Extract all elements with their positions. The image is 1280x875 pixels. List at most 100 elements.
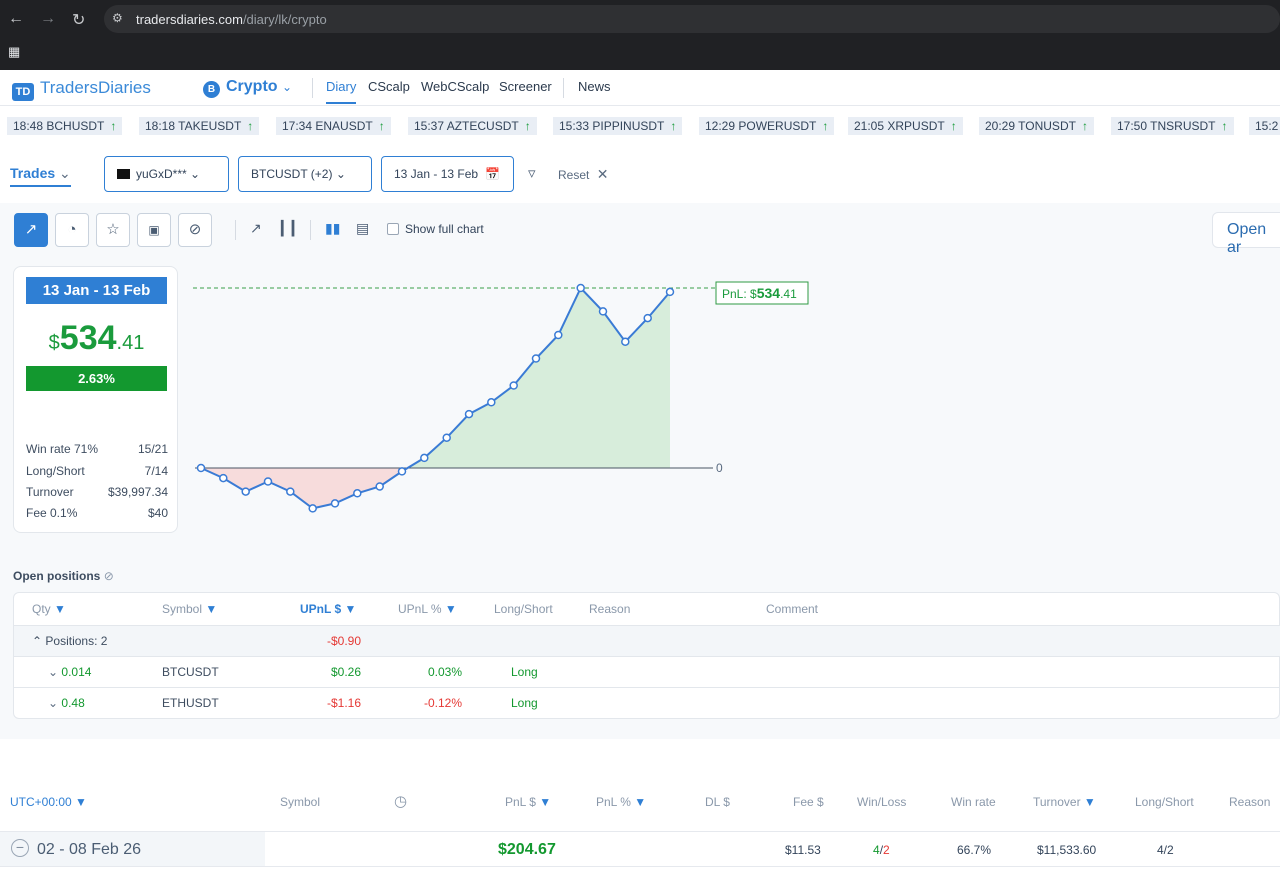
- header-timezone[interactable]: UTC+00:00 ▼: [10, 795, 87, 809]
- reset-button[interactable]: Reset ✕: [558, 166, 608, 183]
- reload-icon[interactable]: ↻: [72, 10, 85, 30]
- header-reason: Reason: [1229, 795, 1271, 809]
- arrow-up-icon: ↑: [822, 119, 829, 133]
- data-point: [598, 307, 608, 316]
- market-selector[interactable]: B Crypto ⌄: [203, 78, 292, 98]
- arrow-up-icon: ↑: [247, 119, 254, 133]
- open-positions-title: Open positions ⊘: [13, 569, 114, 583]
- header-upnl[interactable]: UPnL $ ▼: [300, 602, 356, 616]
- date-range-picker[interactable]: 13 Jan - 13 Feb 📅: [381, 156, 514, 192]
- data-point: [420, 453, 429, 463]
- header-symbol[interactable]: Symbol ▼: [162, 602, 217, 616]
- tab-trades[interactable]: Trades ⌄: [10, 165, 71, 187]
- show-full-chart-checkbox[interactable]: [387, 223, 399, 235]
- pie-chart-view-button[interactable]: ◔: [55, 213, 89, 247]
- sort-icon: ▼: [539, 795, 552, 809]
- candles-icon[interactable]: ▮▮: [325, 220, 340, 237]
- header-upnl-pct[interactable]: UPnL % ▼: [398, 602, 457, 616]
- site-settings-icon[interactable]: ⚙: [112, 11, 123, 25]
- divider: [312, 78, 313, 98]
- arrow-up-icon: ↑: [524, 119, 531, 133]
- week-summary-row[interactable]: − 02 - 08 Feb 26 $204.67 $11.53 4/2 66.7…: [0, 831, 1280, 867]
- bar-mode-icon[interactable]: ▎▎: [281, 220, 303, 237]
- qty-cell: ⌄ 0.014: [48, 665, 92, 679]
- divider: [310, 220, 311, 240]
- address-bar[interactable]: ⚙ tradersdiaries.com/diary/lk/crypto: [104, 5, 1280, 33]
- chevron-down-icon: ⌄: [48, 696, 59, 710]
- logo[interactable]: TD TradersDiaries: [12, 78, 151, 101]
- symbol-cell: ETHUSDT: [162, 696, 219, 710]
- stats-view-button[interactable]: ⊘: [178, 213, 212, 247]
- ticker-item[interactable]: 15:37 AZTECUSDT ↑: [408, 117, 537, 135]
- clock-icon[interactable]: ◷: [394, 792, 407, 810]
- symbol-select[interactable]: BTCUSDT (+2) ⌄: [238, 156, 372, 192]
- pie-chart-icon: ◔: [67, 221, 77, 238]
- ticker-item[interactable]: 21:05 XRPUSDT ↑: [848, 117, 963, 135]
- forward-icon[interactable]: →: [40, 10, 56, 28]
- line-mode-icon[interactable]: ↗: [250, 220, 262, 237]
- arrow-up-icon: ↑: [378, 119, 385, 133]
- side-cell: Long: [511, 696, 538, 710]
- calendar-day-icon: ▣: [148, 223, 160, 237]
- menu-webcscalp[interactable]: WebCScalp: [421, 79, 489, 94]
- stat-win-rate: Win rate 71% 15/21: [26, 442, 168, 456]
- turnover-cell: $11,533.60: [1037, 843, 1097, 857]
- data-point: [665, 287, 675, 297]
- data-point: [330, 499, 340, 508]
- menu-screener[interactable]: Screener: [499, 79, 552, 94]
- negative-area: [201, 468, 670, 509]
- ticker-item[interactable]: 17:50 TNSRUSDT ↑: [1111, 117, 1234, 135]
- back-icon[interactable]: ←: [8, 10, 24, 28]
- open-button[interactable]: Open ar: [1212, 212, 1280, 256]
- data-point: [196, 463, 206, 473]
- header-dl: DL $: [705, 795, 730, 809]
- arrow-up-icon: ↑: [1221, 119, 1228, 133]
- header-turnover[interactable]: Turnover ▼: [1033, 795, 1096, 809]
- table-row[interactable]: ⌄ 0.014 BTCUSDT $0.26 0.03% Long: [14, 656, 1280, 688]
- data-point: [353, 489, 362, 498]
- table-row[interactable]: ⌄ 0.48 ETHUSDT -$1.16 -0.12% Long: [14, 687, 1280, 719]
- collapse-icon[interactable]: −: [11, 839, 29, 857]
- wallet-icon[interactable]: ▤: [356, 220, 369, 237]
- summary-card: 13 Jan - 13 Feb $534.41 2.63% Win rate 7…: [13, 266, 178, 533]
- sort-icon: ▼: [54, 602, 66, 616]
- header-long-short: Long/Short: [494, 602, 553, 616]
- ticker-item[interactable]: 12:29 POWERUSDT ↑: [699, 117, 835, 135]
- header-pnl[interactable]: PnL $ ▼: [505, 795, 551, 809]
- eye-off-icon[interactable]: ⊘: [104, 569, 114, 583]
- calendar-icon: 📅: [485, 167, 501, 181]
- upnl-pct-cell: 0.03%: [428, 665, 463, 679]
- show-full-chart-label: Show full chart: [405, 222, 484, 236]
- url-text: tradersdiaries.com/diary/lk/crypto: [136, 12, 327, 27]
- line-chart-view-button[interactable]: ↗: [14, 213, 48, 247]
- group-upnl: -$0.90: [327, 634, 362, 648]
- ticker-item[interactable]: 20:29 TONUSDT ↑: [979, 117, 1094, 135]
- filter-icon[interactable]: ▿: [528, 164, 536, 182]
- star-icon: ☆: [106, 221, 120, 238]
- apps-grid-icon[interactable]: ▦: [8, 44, 20, 60]
- arrow-up-icon: ↑: [1081, 119, 1088, 133]
- calendar-view-button[interactable]: ▣: [137, 213, 171, 247]
- menu-cscalp[interactable]: CScalp: [368, 79, 410, 94]
- sort-icon: ▼: [344, 602, 357, 616]
- account-select[interactable]: yuGxD*** ⌄: [104, 156, 229, 192]
- ticker-item[interactable]: 18:48 BCHUSDT ↑: [7, 117, 123, 135]
- data-point: [241, 487, 250, 496]
- data-point: [554, 330, 563, 340]
- ticker-item[interactable]: 15:2: [1249, 117, 1280, 135]
- positions-group-row[interactable]: ⌃ Positions: 2 -$0.90: [14, 625, 1280, 657]
- ticker-strip: 18:48 BCHUSDT ↑ 18:18 TAKEUSDT ↑ 17:34 ENA…: [0, 106, 1280, 146]
- header-pnl-pct[interactable]: PnL % ▼: [596, 795, 646, 809]
- ticker-item[interactable]: 17:34 ENAUSDT ↑: [276, 117, 391, 135]
- positive-area: [201, 288, 670, 468]
- favorites-view-button[interactable]: ☆: [96, 213, 130, 247]
- menu-news[interactable]: News: [578, 79, 611, 94]
- header-qty[interactable]: Qty ▼: [32, 602, 66, 616]
- close-icon: ✕: [596, 166, 609, 182]
- ticker-item[interactable]: 15:33 PIPPINUSDT ↑: [553, 117, 683, 135]
- pnl-chart[interactable]: 0 PnL: $534.41: [185, 270, 825, 530]
- sort-icon: ▼: [634, 795, 647, 809]
- menu-diary[interactable]: Diary: [326, 79, 357, 104]
- ticker-item[interactable]: 18:18 TAKEUSDT ↑: [139, 117, 260, 135]
- exchange-logo-icon: [117, 169, 130, 179]
